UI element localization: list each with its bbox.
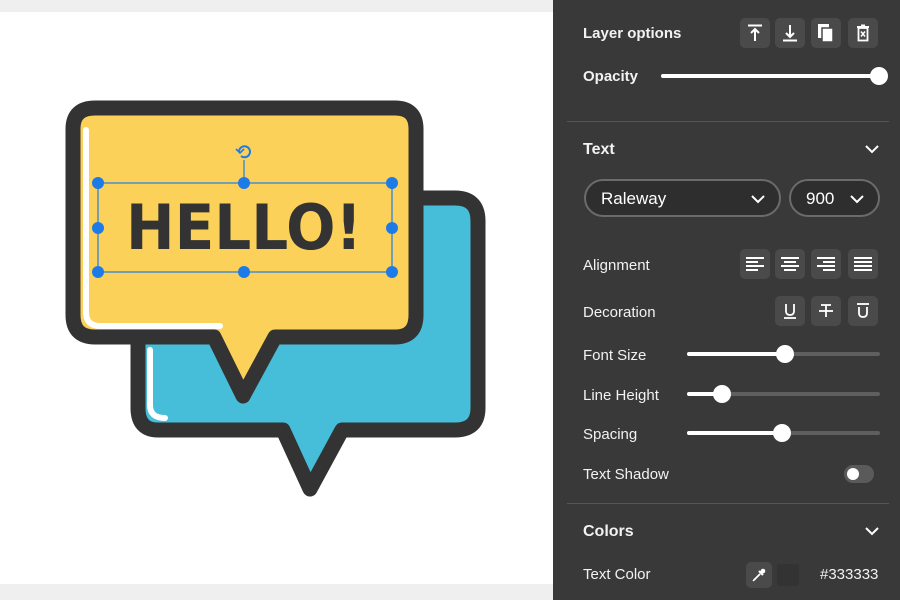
resize-handle	[92, 177, 104, 189]
text-shadow-label: Text Shadow	[583, 466, 669, 483]
opacity-label: Opacity	[583, 68, 639, 85]
strikethrough-icon	[819, 304, 833, 317]
overline-icon	[857, 303, 869, 318]
send-to-back-button[interactable]	[775, 18, 805, 48]
chevron-down-icon	[751, 195, 765, 204]
bring-to-front-icon	[748, 24, 762, 41]
font-size-slider-knob[interactable]	[776, 345, 794, 363]
align-left-icon	[746, 257, 764, 271]
spacing-slider-knob[interactable]	[773, 424, 791, 442]
font-weight-value: 900	[806, 189, 835, 208]
underline-icon	[784, 304, 796, 319]
align-justify-icon	[854, 257, 872, 271]
font-size-slider[interactable]	[687, 345, 880, 363]
speech-bubbles-artwork[interactable]: HELLO!	[0, 12, 553, 584]
resize-handle	[386, 222, 398, 234]
font-family-value: Raleway	[601, 189, 667, 208]
align-right-icon	[817, 257, 835, 271]
text-section-collapse-chevron-icon[interactable]	[863, 140, 881, 158]
align-center-icon	[781, 257, 799, 271]
align-justify-button[interactable]	[848, 249, 878, 279]
text-color-swatch[interactable]	[777, 564, 799, 586]
properties-panel: Layer options Opacity Text Raleway 900 A…	[553, 0, 900, 600]
layer-options-title: Layer options	[583, 25, 682, 42]
duplicate-icon	[818, 24, 834, 43]
resize-handle	[386, 266, 398, 278]
opacity-slider[interactable]	[661, 67, 888, 85]
duplicate-button[interactable]	[811, 18, 841, 48]
opacity-slider-fill	[661, 74, 879, 78]
text-color-hex[interactable]: #333333	[820, 566, 878, 583]
resize-handle	[92, 222, 104, 234]
decoration-label: Decoration	[583, 304, 656, 321]
text-section-title: Text	[583, 141, 615, 158]
resize-handle	[238, 177, 250, 189]
spacing-label: Spacing	[583, 426, 638, 443]
font-weight-select[interactable]: 900	[789, 179, 880, 217]
toggle-knob	[847, 468, 859, 480]
divider	[567, 503, 889, 504]
spacing-slider-fill	[687, 431, 782, 435]
colors-section-collapse-chevron-icon[interactable]	[863, 522, 881, 540]
canvas-area: HELLO!	[0, 0, 553, 600]
colors-section-title: Colors	[583, 523, 634, 540]
divider	[567, 121, 889, 122]
strikethrough-button[interactable]	[811, 296, 841, 326]
underline-button[interactable]	[775, 296, 805, 326]
resize-handle	[238, 266, 250, 278]
hello-text: HELLO!	[126, 191, 362, 264]
bring-to-front-button[interactable]	[740, 18, 770, 48]
line-height-label: Line Height	[583, 387, 659, 404]
font-size-label: Font Size	[583, 347, 647, 364]
delete-icon	[857, 24, 869, 42]
resize-handle	[92, 266, 104, 278]
opacity-slider-knob[interactable]	[870, 67, 888, 85]
align-center-button[interactable]	[775, 249, 805, 279]
alignment-label: Alignment	[583, 257, 650, 274]
text-shadow-toggle[interactable]	[844, 465, 874, 483]
artboard[interactable]: HELLO!	[0, 12, 553, 584]
delete-layer-button[interactable]	[848, 18, 878, 48]
overline-button[interactable]	[848, 296, 878, 326]
align-right-button[interactable]	[811, 249, 841, 279]
align-left-button[interactable]	[740, 249, 770, 279]
resize-handle	[386, 177, 398, 189]
spacing-slider[interactable]	[687, 424, 880, 442]
font-family-select[interactable]: Raleway	[584, 179, 781, 217]
text-color-label: Text Color	[583, 566, 651, 583]
send-to-back-icon	[783, 25, 797, 42]
line-height-slider-knob[interactable]	[713, 385, 731, 403]
chevron-down-icon	[850, 195, 864, 204]
eyedropper-button[interactable]	[746, 562, 772, 588]
font-size-slider-fill	[687, 352, 785, 356]
eyedropper-icon	[752, 568, 766, 582]
line-height-slider[interactable]	[687, 385, 880, 403]
